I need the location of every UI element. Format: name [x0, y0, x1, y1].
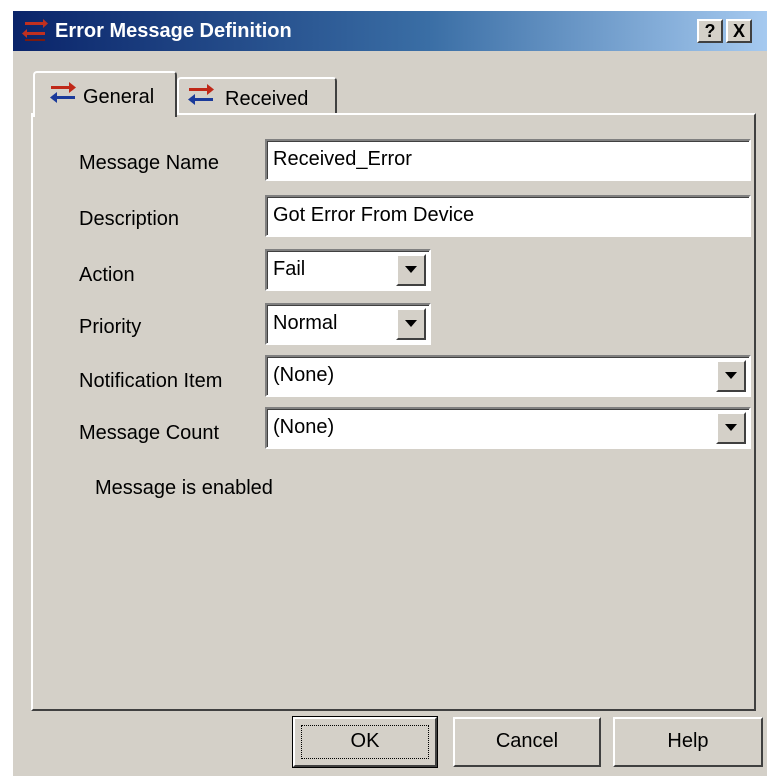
exchange-arrows-icon: [187, 83, 215, 107]
tab-received-label: Received: [225, 88, 309, 110]
focus-rect: [301, 725, 429, 759]
notification-item-select[interactable]: (None): [265, 355, 751, 397]
ok-button[interactable]: OK: [292, 716, 438, 768]
message-count-label: Message Count: [79, 422, 220, 444]
message-enabled-label[interactable]: Message is enabled: [95, 476, 273, 500]
close-caption-button[interactable]: X: [726, 19, 752, 43]
priority-value: Normal: [273, 312, 338, 334]
help-button[interactable]: Help: [613, 717, 763, 767]
title-bar[interactable]: Error Message Definition ? X: [13, 11, 767, 51]
notification-item-label: Notification Item: [79, 370, 223, 392]
general-tab-panel: Message Name Received_Error Description …: [31, 113, 756, 711]
tab-general[interactable]: General: [33, 71, 177, 117]
tab-received[interactable]: Received: [177, 77, 337, 115]
help-caption-button[interactable]: ?: [697, 19, 723, 43]
exchange-arrows-icon: [49, 81, 77, 105]
notification-item-value: (None): [273, 364, 335, 386]
error-message-definition-dialog: Error Message Definition ? X General Rec…: [12, 10, 767, 776]
tab-general-label: General: [83, 86, 155, 108]
chevron-down-icon[interactable]: [716, 360, 746, 392]
chevron-down-icon[interactable]: [396, 308, 426, 340]
window-title: Error Message Definition: [55, 20, 292, 42]
chevron-down-icon[interactable]: [396, 254, 426, 286]
message-name-input[interactable]: Received_Error: [265, 139, 751, 181]
description-label: Description: [79, 208, 180, 230]
action-select[interactable]: Fail: [265, 249, 431, 291]
cancel-button[interactable]: Cancel: [453, 717, 601, 767]
message-count-select[interactable]: (None): [265, 407, 751, 449]
description-input[interactable]: Got Error From Device: [265, 195, 751, 237]
action-value: Fail: [273, 258, 306, 280]
priority-select[interactable]: Normal: [265, 303, 431, 345]
app-icon: [21, 17, 49, 45]
priority-label: Priority: [79, 316, 142, 338]
message-name-label: Message Name: [79, 152, 220, 174]
message-count-value: (None): [273, 416, 335, 438]
chevron-down-icon[interactable]: [716, 412, 746, 444]
action-label: Action: [79, 264, 135, 286]
